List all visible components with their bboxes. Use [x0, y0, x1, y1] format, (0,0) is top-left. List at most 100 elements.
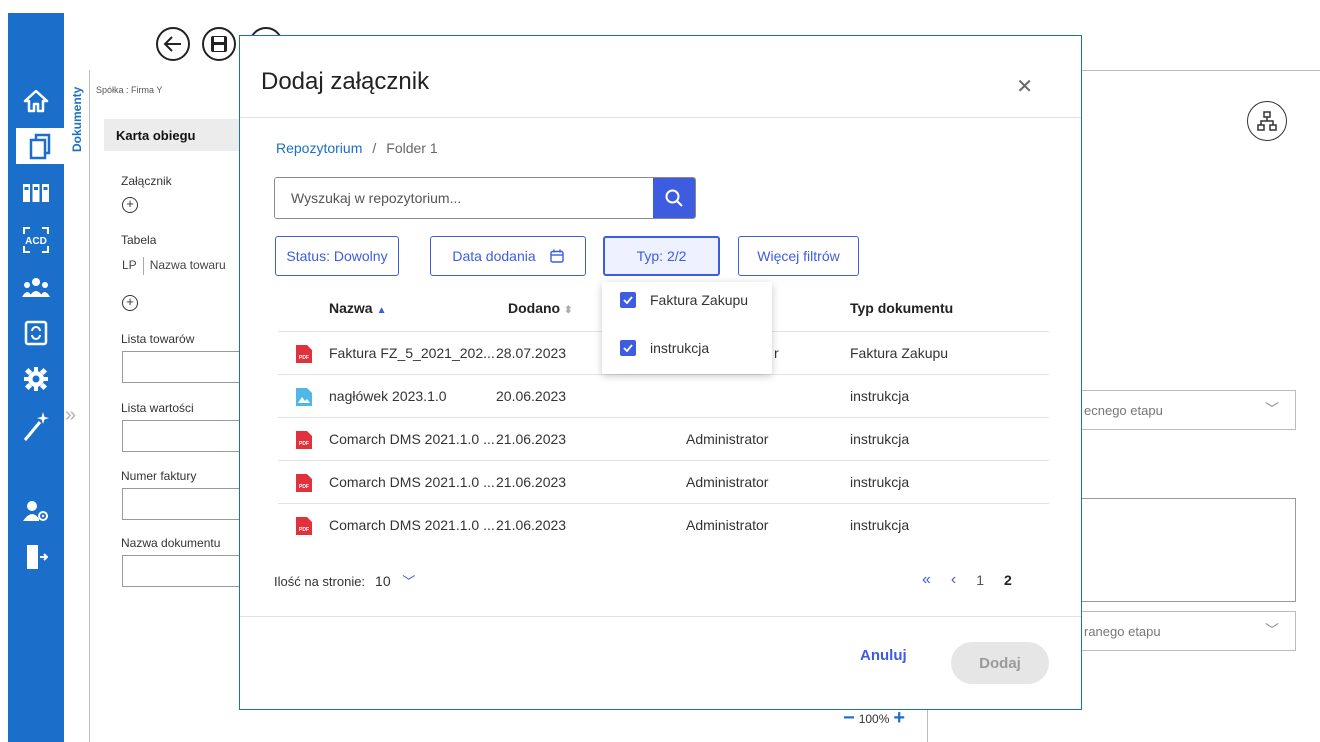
page-size-selector[interactable]: Ilość na stronie: 10 ﹀ [274, 571, 415, 590]
dialog-footer-divider [240, 616, 1081, 617]
status-filter-button[interactable]: Status: Dowolny [275, 236, 399, 276]
current-stage-value: ecnego etapu [1084, 403, 1163, 418]
org-chart-icon[interactable] [1247, 101, 1287, 141]
table-header: LP Nazwa towaru [122, 257, 226, 275]
add-button[interactable]: Dodaj [951, 642, 1049, 684]
binders-icon[interactable] [16, 175, 56, 211]
sort-icon: ⬍ [564, 305, 573, 316]
table-row[interactable]: PDF Comarch DMS 2021.1.0 ... 21.06.2023 … [278, 417, 1049, 460]
dialog-header-divider [240, 117, 1081, 118]
current-stage-select[interactable]: ecnego etapu ﹀ [1080, 390, 1296, 430]
column-doc-type-header: Typ dokumentu [850, 300, 953, 316]
zoom-control: − 100% + [843, 707, 905, 730]
search-input[interactable] [275, 178, 655, 218]
close-icon[interactable]: ✕ [1016, 74, 1033, 99]
sidebar-rail: ACD [8, 13, 64, 742]
type-filter-label: Typ: 2/2 [636, 248, 687, 264]
svg-text:PDF: PDF [299, 355, 309, 361]
invoice-number-field[interactable] [122, 488, 240, 520]
chevron-down-icon: ﹀ [1265, 622, 1279, 638]
users-icon[interactable] [16, 269, 56, 305]
breadcrumb-repository[interactable]: Repozytorium [276, 140, 362, 156]
home-icon[interactable] [16, 83, 56, 119]
checkbox-checked-icon[interactable] [620, 340, 636, 356]
table-row[interactable]: nagłówek 2023.1.0 20.06.2023 instrukcja [278, 374, 1049, 417]
breadcrumb-current: Folder 1 [386, 140, 438, 156]
pdf-icon: PDF [296, 431, 312, 449]
cancel-button[interactable]: Anuluj [860, 647, 907, 664]
row-doc-type: instrukcja [850, 431, 910, 447]
zoom-out-icon[interactable]: − [843, 707, 855, 730]
sort-asc-icon: ▲ [376, 305, 387, 316]
goods-list-field[interactable] [122, 351, 240, 383]
column-added-label: Dodano [508, 300, 561, 316]
column-name-header[interactable]: Nazwa ▲ [329, 300, 386, 316]
company-label: Spółka : Firma Y [96, 85, 163, 95]
zoom-level: 100% [858, 711, 890, 726]
table-row[interactable]: PDF Comarch DMS 2021.1.0 ... 21.06.2023 … [278, 503, 1049, 546]
search-button[interactable] [653, 178, 695, 218]
document-name-label: Nazwa dokumentu [121, 536, 221, 550]
table-label: Tabela [121, 233, 157, 247]
column-goods-name: Nazwa towaru [149, 258, 226, 273]
checkbox-checked-icon[interactable] [620, 292, 636, 308]
header-divider [1080, 70, 1320, 71]
prev-page-icon[interactable]: ‹ [951, 571, 956, 589]
document-sync-icon[interactable] [16, 315, 56, 351]
type-option-label: Faktura Zakupu [650, 292, 749, 308]
column-added-header[interactable]: Dodano ⬍ [508, 300, 573, 316]
more-filters-button[interactable]: Więcej filtrów [738, 236, 859, 276]
row-added: 21.06.2023 [496, 474, 567, 490]
svg-text:PDF: PDF [299, 441, 309, 447]
panel-divider [927, 708, 928, 742]
back-button[interactable] [156, 27, 190, 61]
column-lp: LP [122, 258, 137, 273]
row-author: Administrator [686, 517, 769, 533]
first-page-icon[interactable]: « [922, 571, 931, 589]
add-row-icon[interactable]: + [122, 295, 138, 311]
zoom-in-icon[interactable]: + [893, 707, 905, 730]
column-doc-type-label: Typ dokumentu [850, 300, 954, 316]
documents-icon[interactable] [16, 128, 64, 164]
svg-text:PDF: PDF [299, 484, 309, 490]
page-1[interactable]: 1 [976, 572, 984, 588]
date-filter-button[interactable]: Data dodania [430, 236, 586, 276]
type-filter-button[interactable]: Typ: 2/2 [603, 236, 720, 276]
calendar-icon [549, 249, 564, 263]
column-name-label: Nazwa [329, 300, 373, 316]
values-list-field[interactable] [122, 420, 240, 452]
page-size-label: Ilość na stronie: [274, 574, 366, 589]
document-name-field[interactable] [122, 555, 240, 587]
row-doc-type: instrukcja [850, 388, 910, 404]
row-name: Comarch DMS 2021.1.0 ... [329, 517, 495, 533]
save-button[interactable] [202, 27, 236, 61]
row-added: 20.06.2023 [496, 388, 567, 404]
chevron-down-icon: ﹀ [1265, 401, 1279, 417]
type-option-instrukcja[interactable]: instrukcja [620, 340, 709, 356]
type-option-label: instrukcja [650, 340, 710, 356]
expand-panel-icon[interactable]: » [65, 404, 76, 427]
row-name: Comarch DMS 2021.1.0 ... [329, 474, 495, 490]
more-filters-label: Więcej filtrów [757, 248, 840, 264]
user-settings-icon[interactable] [16, 493, 56, 529]
logout-icon[interactable] [16, 539, 56, 575]
goods-list-label: Lista towarów [121, 332, 195, 346]
type-option-faktura-zakupu[interactable]: Faktura Zakupu [620, 292, 748, 308]
row-author: r [774, 345, 779, 361]
table-row[interactable]: PDF Comarch DMS 2021.1.0 ... 21.06.2023 … [278, 460, 1049, 503]
attachment-label: Załącznik [121, 174, 172, 188]
row-doc-type: instrukcja [850, 517, 910, 533]
magic-wand-icon[interactable] [16, 408, 56, 444]
acd-icon[interactable]: ACD [16, 222, 56, 258]
repository-search [274, 177, 696, 219]
chosen-stage-select[interactable]: ranego etapu ﹀ [1080, 611, 1296, 651]
documents-tab-label: Dokumenty [70, 86, 84, 152]
type-filter-dropdown: Faktura Zakupu instrukcja [602, 282, 772, 374]
page-2[interactable]: 2 [1004, 572, 1012, 588]
breadcrumb-separator: / [372, 140, 377, 156]
notes-textarea[interactable] [1080, 498, 1296, 602]
add-attachment-icon[interactable]: + [122, 197, 138, 213]
card-title-tab[interactable]: Karta obiegu [104, 119, 240, 151]
gear-icon[interactable] [16, 361, 56, 397]
status-filter-label: Status: Dowolny [286, 248, 388, 264]
